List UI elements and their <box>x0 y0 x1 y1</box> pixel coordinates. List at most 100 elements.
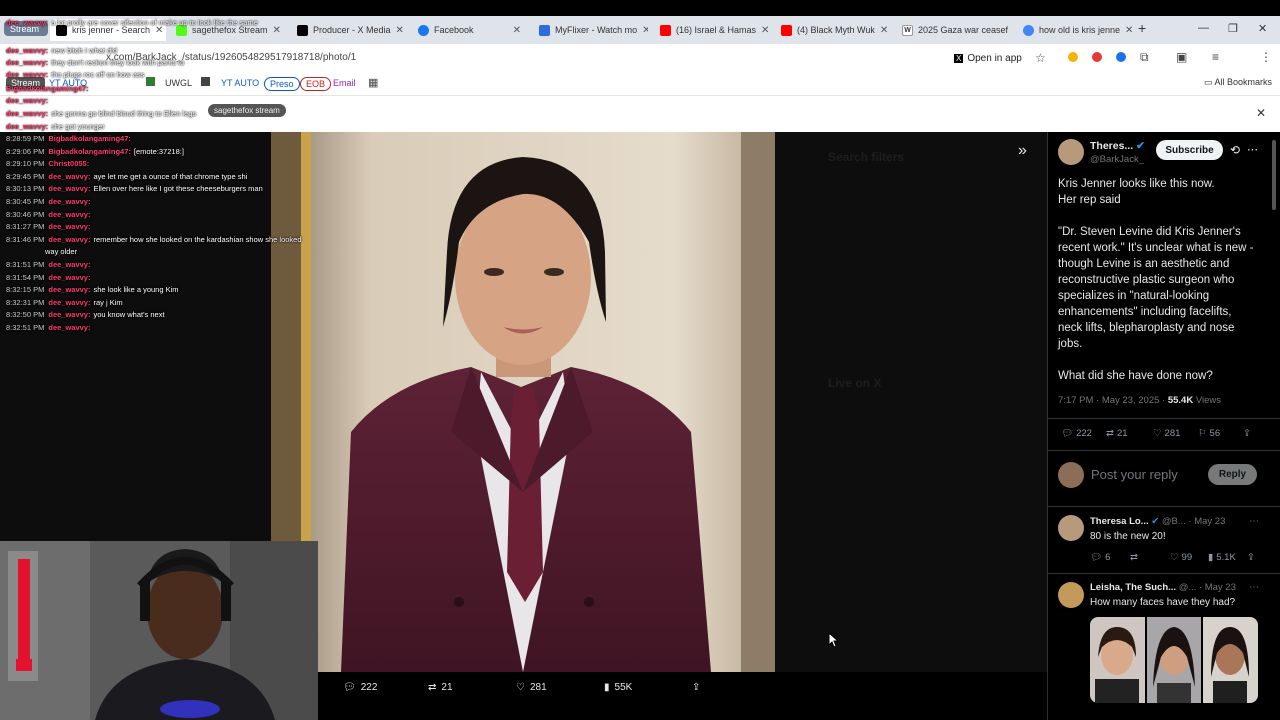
chat-message: aye let me get a ounce of that chrome ty… <box>93 171 248 181</box>
chat-user: dee_wavvy: <box>6 96 49 105</box>
reply-image[interactable] <box>1203 617 1258 703</box>
folder-icon[interactable] <box>201 77 210 86</box>
tab-label: Facebook <box>434 25 474 35</box>
chat-line: 8:31:46 PM dee_wavvy: remember how she loo… <box>6 235 302 244</box>
minimize-icon[interactable]: — <box>1198 22 1209 34</box>
sheets-icon[interactable] <box>146 77 155 86</box>
bookmark-action[interactable]: ⚐ 56 <box>1198 428 1220 439</box>
like-action[interactable]: ♡ 281 <box>1153 428 1180 439</box>
screen: Stream kris jenner - Search ✕ sagethefox… <box>0 0 1280 720</box>
bookmark-eob[interactable]: EOB <box>300 77 332 91</box>
reply-share-action[interactable]: ⇪ <box>1247 552 1255 563</box>
reply-like-action[interactable]: ♡ 99 <box>1170 552 1192 563</box>
chat-line: 8:32:15 PM dee_wavvy: she look like a youn… <box>6 285 179 294</box>
photo-like-action[interactable]: ♡ 281 <box>516 682 547 693</box>
bookmark-preso[interactable]: Preso <box>264 77 300 91</box>
repost-icon: ⇄ <box>1130 552 1138 563</box>
photo-repost-action[interactable]: ⇄ 21 <box>428 682 453 693</box>
chat-line: 8:29:06 PM Bigbadkolangaming47: [emote:372… <box>6 147 184 156</box>
chat-user: dee_wavvy: <box>48 234 91 244</box>
tab-producer[interactable]: Producer - X Media ✕ <box>291 19 406 41</box>
tab-israel-hamas[interactable]: (16) Israel & Hamas ✕ <box>654 19 769 41</box>
reply-avatar[interactable] <box>1058 582 1084 608</box>
repost-action[interactable]: ⇄ 21 <box>1106 428 1128 439</box>
reply-date[interactable]: · May 23 <box>1188 516 1225 527</box>
ghost-live-on-x: Live on X <box>828 376 882 390</box>
tweet-timestamp[interactable]: 7:17 PM · May 23, 2025 · <box>1058 395 1168 406</box>
reply-image[interactable] <box>1146 617 1202 703</box>
chat-user: dee_wavvy: <box>6 70 49 79</box>
bookmark-yt-auto-2[interactable]: YT AUTO <box>216 77 264 89</box>
close-tab-icon[interactable]: ✕ <box>761 25 769 36</box>
more-options-icon[interactable]: ⋯ <box>1249 516 1259 527</box>
close-tab-icon[interactable]: ✕ <box>396 25 404 36</box>
share-action[interactable]: ⇪ <box>1243 428 1251 439</box>
reply-image-grid[interactable] <box>1090 617 1258 703</box>
all-bookmarks[interactable]: ▭ All Bookmarks <box>1204 77 1272 88</box>
reply-action[interactable]: 💬︎ 222 <box>1061 428 1092 439</box>
photo-views-action[interactable]: ▮ 55K <box>604 682 632 693</box>
tab-how-old[interactable]: how old is kris jenne ✕ <box>1017 19 1132 41</box>
chat-message: they don't reckon they look with pants t… <box>51 58 185 67</box>
extension-icon[interactable] <box>1068 52 1078 62</box>
tab-gaza-war[interactable]: W 2025 Gaza war ceasef ✕ <box>896 19 1011 41</box>
extension-icon[interactable] <box>1116 52 1126 62</box>
reply-author-name[interactable]: Leisha, The Such... <box>1090 582 1176 593</box>
tweet-photo[interactable] <box>271 132 775 672</box>
author-avatar[interactable] <box>1058 139 1084 165</box>
chat-message: tho plugs roc off on how ass <box>51 70 145 79</box>
more-options-icon[interactable]: ⋯ <box>1249 582 1259 593</box>
reply-author-name[interactable]: Theresa Lo... <box>1090 516 1149 527</box>
reply-header: Theresa Lo... ✔ @B... · May 23 <box>1090 516 1225 527</box>
star-icon[interactable]: ☆ <box>1035 51 1046 65</box>
tab-myflixer[interactable]: MyFlixer - Watch mo ✕ <box>533 19 648 41</box>
open-in-app-button[interactable]: X Open in app <box>954 50 1022 66</box>
chat-timestamp: 8:28:59 PM <box>6 134 45 143</box>
bookmark-uwgl[interactable]: UWGL <box>160 77 197 89</box>
apps-grid-icon[interactable]: ▦ <box>368 76 378 89</box>
reply-button[interactable]: Reply <box>1208 464 1257 485</box>
new-tab-button[interactable]: + <box>1138 20 1146 36</box>
tab-black-myth[interactable]: (4) Black Myth Wuk ✕ <box>775 19 890 41</box>
chat-line: 8:31:54 PM dee_wavvy: <box>6 273 93 282</box>
close-tab-icon[interactable]: ✕ <box>880 25 888 36</box>
menu-icon[interactable]: ⋮ <box>1260 50 1272 64</box>
close-tab-icon[interactable]: ✕ <box>642 25 648 36</box>
chat-line: dee_wavvy: they don't reckon they look wi… <box>6 58 184 67</box>
bookmark-email[interactable]: Email <box>328 77 361 89</box>
reply-handle[interactable]: @... <box>1179 582 1197 593</box>
reply-handle[interactable]: @B... <box>1162 516 1186 527</box>
close-infobar-icon[interactable]: ✕ <box>1256 106 1266 120</box>
author-name[interactable]: Theres... ✔ <box>1090 140 1145 152</box>
author-handle[interactable]: @BarkJack_ <box>1090 154 1144 165</box>
tab-facebook[interactable]: Facebook ✕ <box>412 19 527 41</box>
photo-reply-action[interactable]: 💬︎ 222 <box>343 682 377 693</box>
maximize-icon[interactable]: ❐ <box>1228 22 1238 35</box>
sidepanel-icon[interactable]: ▣ <box>1176 50 1187 64</box>
photo-share-action[interactable]: ⇪ <box>692 682 700 693</box>
close-window-icon[interactable]: ✕ <box>1258 22 1267 35</box>
divider <box>1047 573 1280 574</box>
grok-icon[interactable]: ⟲ <box>1230 143 1240 157</box>
reply-avatar[interactable] <box>1058 515 1084 541</box>
media-icon[interactable]: ≡ <box>1212 50 1219 64</box>
reply-views-action[interactable]: ▮ 5.1K <box>1208 552 1236 563</box>
puzzle-icon[interactable]: ⧉ <box>1140 50 1149 65</box>
expand-panel-icon[interactable]: » <box>1018 142 1027 160</box>
reply-image[interactable] <box>1090 617 1145 703</box>
tab-label: Producer - X Media <box>313 25 391 35</box>
close-tab-icon[interactable]: ✕ <box>1125 25 1132 36</box>
panel-scrollbar[interactable] <box>1272 140 1276 210</box>
reply-reply-action[interactable]: 💬︎ 6 <box>1090 552 1110 563</box>
more-options-icon[interactable]: ⋯ <box>1247 143 1258 156</box>
heart-icon: ♡ <box>1153 428 1162 439</box>
reply-input[interactable]: Post your reply <box>1091 467 1178 482</box>
close-tab-icon[interactable]: ✕ <box>273 25 281 36</box>
extension-icon[interactable] <box>1092 52 1102 62</box>
close-tab-icon[interactable]: ✕ <box>513 25 521 36</box>
chat-user: Bigbadkolangaming47: <box>6 84 89 93</box>
reply-repost-action[interactable]: ⇄ <box>1130 552 1141 563</box>
ghost-search-filters: Search filters <box>828 150 905 164</box>
subscribe-button[interactable]: Subscribe <box>1156 140 1223 160</box>
reply-date[interactable]: · May 23 <box>1199 582 1236 593</box>
